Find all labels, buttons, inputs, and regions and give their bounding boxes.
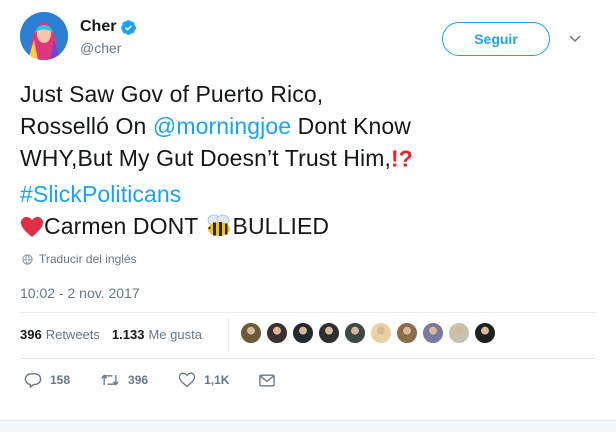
- display-name[interactable]: Cher: [80, 18, 116, 36]
- page-footer-strip: [0, 420, 616, 432]
- hashtag-link[interactable]: #SlickPoliticans: [20, 181, 181, 207]
- svg-text:!?: !?: [391, 146, 412, 170]
- tweet-text-segment: WHY,But My Gut Doesn’t Trust Him,: [20, 145, 391, 171]
- more-options-chevron-icon[interactable]: [566, 30, 584, 48]
- likes-label: Me gusta: [148, 327, 202, 342]
- retweets-label: Retweets: [45, 327, 100, 342]
- follow-button[interactable]: Seguir: [442, 22, 550, 56]
- reply-icon: [24, 373, 42, 388]
- tweet-text-segment: Rosselló On: [20, 113, 153, 139]
- retweet-icon: [101, 374, 119, 386]
- liker-avatar[interactable]: [422, 322, 444, 344]
- mention-link[interactable]: @morningjoe: [153, 113, 291, 139]
- liker-avatars: [240, 322, 496, 344]
- liker-avatar[interactable]: [344, 322, 366, 344]
- liker-avatar[interactable]: [396, 322, 418, 344]
- avatar-image: [20, 12, 68, 60]
- translate-label: Traducir del inglés: [39, 252, 137, 266]
- tweet-text-segment: Carmen DONT: [44, 213, 205, 239]
- liker-avatar[interactable]: [240, 322, 262, 344]
- liker-avatar[interactable]: [474, 322, 496, 344]
- tweet-line-4: #SlickPoliticans: [20, 178, 600, 210]
- tweet-line-2: Rosselló On @morningjoe Dont Know: [20, 110, 600, 142]
- tweet-card: Cher @cher Seguir Just Saw Gov of Puerto…: [0, 0, 616, 420]
- tweet-actions: 158 396 1,1K: [24, 372, 305, 388]
- user-handle[interactable]: @cher: [80, 40, 121, 56]
- divider: [20, 358, 596, 359]
- envelope-icon: [259, 374, 276, 386]
- like-button[interactable]: 1,1K: [178, 372, 229, 388]
- tweet-line-5: Carmen DONT BULLIED: [20, 210, 600, 246]
- avatar[interactable]: [20, 12, 68, 60]
- likes-stat[interactable]: 1.133 Me gusta: [112, 327, 202, 342]
- tweet-line-3: WHY,But My Gut Doesn’t Trust Him,!?: [20, 142, 600, 178]
- tweet-text-segment: BULLIED: [232, 213, 330, 239]
- liker-avatar[interactable]: [370, 322, 392, 344]
- bee-emoji-icon: [205, 214, 233, 246]
- globe-icon: [22, 253, 33, 265]
- tweet-line-1: Just Saw Gov of Puerto Rico,: [20, 81, 324, 107]
- reply-button[interactable]: 158: [24, 372, 70, 388]
- retweets-count: 396: [20, 327, 42, 342]
- verified-icon: [120, 19, 137, 36]
- interrobang-emoji-icon: !?: [391, 146, 413, 178]
- translate-link[interactable]: Traducir del inglés: [22, 252, 137, 266]
- red-heart-emoji-icon: [20, 214, 44, 246]
- liker-avatar[interactable]: [292, 322, 314, 344]
- direct-message-button[interactable]: [259, 374, 276, 387]
- liker-avatar[interactable]: [448, 322, 470, 344]
- tweet-stats: 396 Retweets 1.133 Me gusta: [20, 327, 214, 342]
- likes-count: 1.133: [111, 327, 145, 342]
- tweet-text-segment: Dont Know: [291, 113, 412, 139]
- retweet-button[interactable]: 396: [100, 373, 148, 387]
- retweets-stat[interactable]: 396 Retweets: [20, 327, 100, 342]
- liker-avatar[interactable]: [318, 322, 340, 344]
- heart-icon: [178, 372, 196, 388]
- tweet-text: Just Saw Gov of Puerto Rico, Rosselló On…: [20, 78, 600, 246]
- name-row: Cher: [80, 18, 137, 36]
- retweet-count: 396: [128, 373, 149, 387]
- tweet-timestamp[interactable]: 10:02 - 2 nov. 2017: [20, 285, 140, 301]
- liker-avatar[interactable]: [266, 322, 288, 344]
- divider: [20, 312, 596, 313]
- like-count: 1,1K: [204, 373, 230, 387]
- divider: [228, 318, 229, 352]
- reply-count: 158: [50, 373, 71, 387]
